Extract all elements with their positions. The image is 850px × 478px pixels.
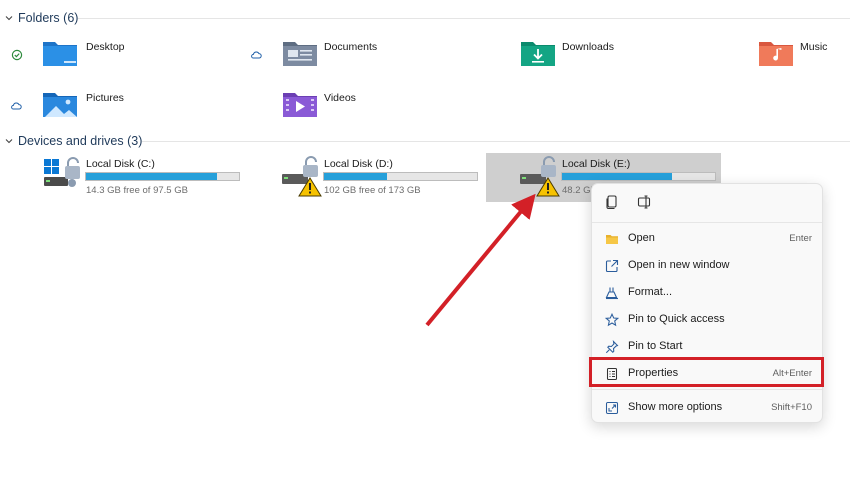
menu-item-shortcut: Enter <box>789 233 812 244</box>
folder-name: Videos <box>324 92 356 104</box>
folders-section-header[interactable]: Folders (6) <box>0 8 850 28</box>
folder-open-icon <box>605 232 619 246</box>
folder-desktop[interactable]: Desktop <box>0 36 240 76</box>
folder-videos[interactable]: Videos <box>240 87 480 127</box>
drive-usage-bar <box>561 172 716 181</box>
music-folder-icon <box>758 38 794 68</box>
drive-warning-locked-icon <box>518 156 562 203</box>
menu-separator <box>592 389 822 390</box>
drive-name: Local Disk (D:) <box>324 158 393 170</box>
folder-name: Desktop <box>86 41 125 53</box>
rename-icon[interactable] <box>637 194 653 210</box>
menu-item-label: Pin to Start <box>628 340 683 352</box>
annotation-highlight-box <box>589 357 824 387</box>
folder-downloads[interactable]: Downloads <box>480 36 720 76</box>
cloud-icon <box>10 99 22 111</box>
section-divider <box>78 18 850 19</box>
drives-section-title: Devices and drives (3) <box>18 134 143 148</box>
format-icon <box>605 286 619 300</box>
drive-warning-locked-icon <box>280 156 324 203</box>
menu-item-label: Open in new window <box>628 259 730 271</box>
folder-music[interactable]: Music <box>720 36 850 76</box>
drive-usage-bar <box>85 172 240 181</box>
chevron-down-icon[interactable] <box>2 11 16 25</box>
videos-folder-icon <box>282 89 318 119</box>
chevron-down-icon[interactable] <box>2 134 16 148</box>
menu-item-open[interactable]: Open Enter <box>596 226 818 252</box>
folders-section-title: Folders (6) <box>18 11 79 25</box>
drives-section-header[interactable]: Devices and drives (3) <box>0 131 850 151</box>
pin-icon <box>605 339 619 354</box>
menu-separator <box>592 222 822 223</box>
menu-item-format[interactable]: Format... <box>596 280 818 306</box>
folder-name: Pictures <box>86 92 124 104</box>
copy-icon[interactable] <box>604 194 620 210</box>
documents-folder-icon <box>282 38 318 68</box>
folder-documents[interactable]: Documents <box>240 36 480 76</box>
menu-item-pin-quick-access[interactable]: Pin to Quick access <box>596 307 818 333</box>
menu-item-open-new-window[interactable]: Open in new window <box>596 253 818 279</box>
folder-name: Documents <box>324 41 378 53</box>
drive-usage-fill <box>86 173 217 180</box>
folder-name: Music <box>800 41 828 53</box>
desktop-folder-icon <box>42 38 78 68</box>
drive-usage-bar <box>323 172 478 181</box>
menu-item-label: Pin to Quick access <box>628 313 725 325</box>
drive-d[interactable]: Local Disk (D:) 102 GB free of 173 GB <box>280 156 490 198</box>
cloud-icon <box>250 48 262 60</box>
synced-check-icon <box>11 48 23 61</box>
menu-item-label: Show more options <box>628 401 723 413</box>
show-more-icon <box>605 401 619 415</box>
drive-usage-fill <box>324 173 387 180</box>
context-menu-quick-actions <box>592 184 822 222</box>
menu-item-shortcut: Shift+F10 <box>771 402 812 413</box>
pictures-folder-icon <box>42 89 78 119</box>
drive-free-space: 102 GB free of 173 GB <box>324 185 421 196</box>
context-menu: Open Enter Open in new window Format... … <box>591 183 823 423</box>
drive-name: Local Disk (E:) <box>562 158 631 170</box>
downloads-folder-icon <box>520 38 556 68</box>
menu-item-label: Open <box>628 232 655 244</box>
folder-pictures[interactable]: Pictures <box>0 87 240 127</box>
menu-item-show-more-options[interactable]: Show more options Shift+F10 <box>596 395 818 421</box>
drive-free-space: 14.3 GB free of 97.5 GB <box>86 185 188 196</box>
drive-usage-fill <box>562 173 673 180</box>
open-new-window-icon <box>605 259 619 273</box>
menu-item-label: Format... <box>628 286 673 298</box>
drive-c[interactable]: Local Disk (C:) 14.3 GB free of 97.5 GB <box>40 156 250 198</box>
section-divider <box>142 141 850 142</box>
drive-name: Local Disk (C:) <box>86 158 155 170</box>
star-icon <box>604 312 620 327</box>
folder-name: Downloads <box>562 41 614 53</box>
windows-drive-locked-icon <box>42 156 84 197</box>
